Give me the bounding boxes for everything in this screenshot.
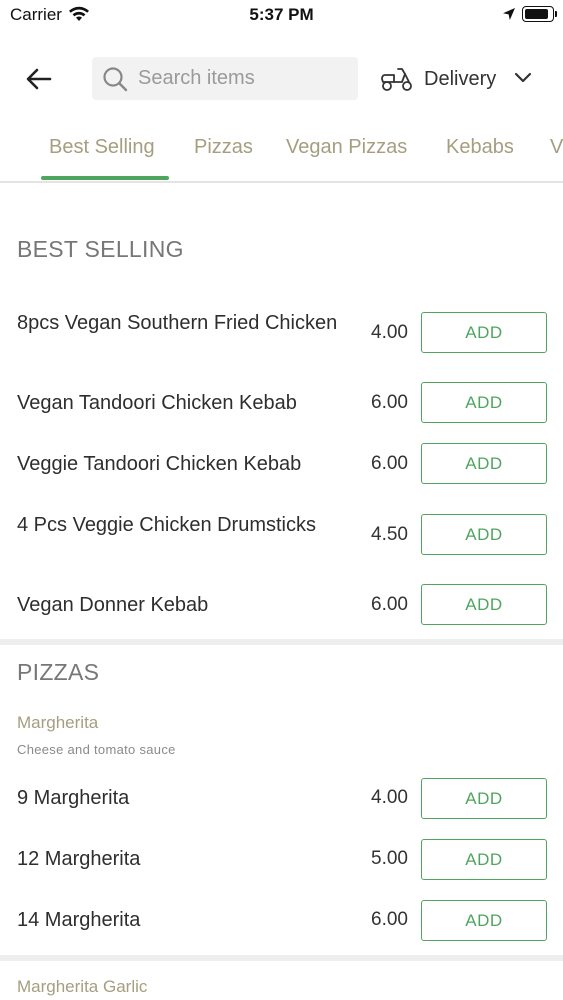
section-title-best-selling: BEST SELLING: [17, 236, 184, 262]
item-price: 6.00: [371, 392, 408, 413]
item-price: 6.00: [371, 453, 408, 474]
tab-vegan-pizzas[interactable]: Vegan Pizzas: [286, 136, 407, 159]
item-name: 14 Margherita: [17, 909, 141, 931]
active-tab-indicator: [41, 176, 169, 180]
item-name: Veggie Tandoori Chicken Kebab: [17, 453, 302, 475]
group-title: Margherita: [17, 713, 99, 732]
add-button[interactable]: ADD: [421, 514, 547, 555]
delivery-label: Delivery: [424, 68, 497, 90]
back-button[interactable]: [24, 64, 54, 94]
clock: 5:37 PM: [249, 5, 314, 24]
section-divider: [0, 639, 563, 645]
tabs-divider: [0, 181, 563, 183]
item-name: 8pcs Vegan Southern Fried Chicken: [17, 312, 338, 334]
location-arrow-icon: [502, 7, 516, 26]
item-name: 9 Margherita: [17, 787, 130, 809]
item-price: 6.00: [371, 909, 408, 930]
section-title-pizzas: PIZZAS: [17, 659, 100, 685]
scooter-icon: [380, 66, 414, 97]
delivery-mode-selector[interactable]: Delivery: [378, 62, 538, 96]
search-bar[interactable]: [92, 57, 358, 100]
chevron-down-icon: [514, 71, 532, 89]
tab-pizzas[interactable]: Pizzas: [194, 136, 253, 159]
category-tabs: Best Selling Pizzas Vegan Pizzas Kebabs …: [0, 126, 563, 182]
tab-partial[interactable]: V: [550, 136, 563, 159]
tab-kebabs[interactable]: Kebabs: [446, 136, 514, 159]
item-name: Vegan Tandoori Chicken Kebab: [17, 392, 297, 414]
item-price: 4.50: [371, 524, 408, 545]
back-arrow-icon: [26, 68, 52, 90]
search-input[interactable]: [138, 57, 348, 100]
item-price: 4.00: [371, 322, 408, 343]
add-button[interactable]: ADD: [421, 839, 547, 880]
status-bar: Carrier 5:37 PM: [0, 0, 563, 30]
item-price: 4.00: [371, 787, 408, 808]
add-button[interactable]: ADD: [421, 312, 547, 353]
item-name: Vegan Donner Kebab: [17, 594, 209, 616]
add-button[interactable]: ADD: [421, 382, 547, 423]
group-description: Cheese and tomato sauce: [17, 742, 176, 757]
item-name: 4 Pcs Veggie Chicken Drumsticks: [17, 514, 317, 536]
tab-best-selling[interactable]: Best Selling: [49, 136, 155, 159]
add-button[interactable]: ADD: [421, 584, 547, 625]
add-button[interactable]: ADD: [421, 778, 547, 819]
item-price: 5.00: [371, 848, 408, 869]
search-icon: [102, 66, 128, 97]
group-title: Margherita Garlic: [17, 977, 148, 996]
battery-icon: [522, 6, 554, 22]
add-button[interactable]: ADD: [421, 900, 547, 941]
group-divider: [0, 955, 563, 961]
item-price: 6.00: [371, 594, 408, 615]
item-name: 12 Margherita: [17, 848, 141, 870]
add-button[interactable]: ADD: [421, 443, 547, 484]
